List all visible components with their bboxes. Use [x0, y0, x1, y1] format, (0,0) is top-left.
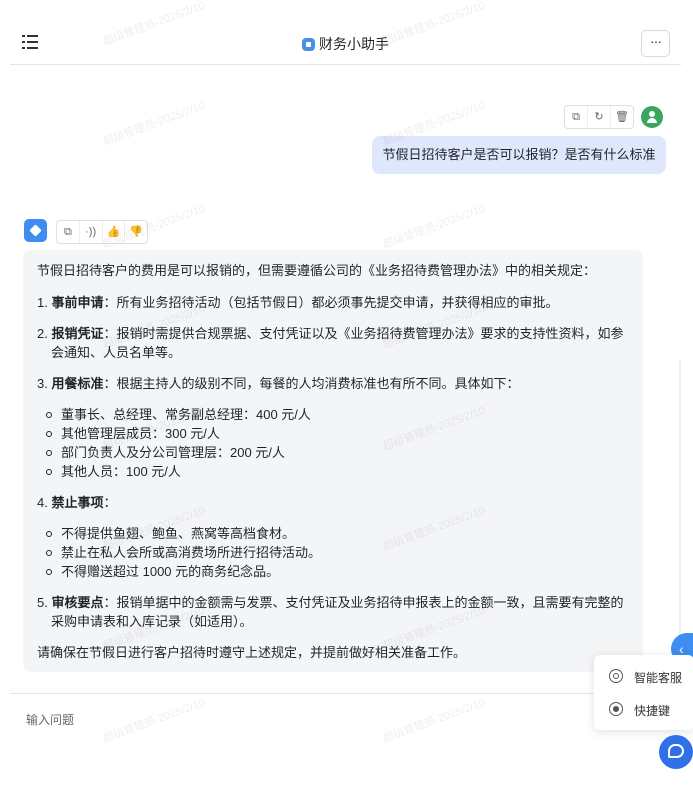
gear-icon — [609, 669, 623, 683]
list-item: 不得提供鱼翅、鲍鱼、燕窝等高档食材。 — [46, 524, 629, 543]
section-5: 5. 审核要点：报销单据中的金额需与发票、支付凭证及业务招待申报表上的金额一致，… — [37, 595, 624, 629]
list-item: 董事长、总经理、常务副总经理：400 元/人 — [46, 405, 629, 424]
section-text: ：根据主持人的级别不同，每餐的人均消费标准也有所不同。具体如下： — [103, 376, 520, 391]
bot-message-toolbar: ⧉ ·)) 👍 👎 — [56, 220, 148, 244]
section-title: 用餐标准 — [51, 376, 104, 391]
section-title: 报销凭证 — [51, 326, 104, 341]
bot-intro-text: 节假日招待客户的费用是可以报销的，但需要遵循公司的《业务招待费管理办法》中的相关… — [37, 263, 597, 278]
shortcuts-item[interactable]: 快捷键 — [594, 696, 693, 726]
assistant-logo-icon — [302, 38, 315, 51]
bot-closing-text: 请确保在节假日进行客户招待时遵守上述规定，并提前做好相关准备工作。 — [37, 645, 467, 660]
section-1: 1. 事前申请：所有业务招待活动（包括节假日）都必须事先提交申请，并获得相应的审… — [37, 295, 559, 310]
page-title: 财务小助手 — [10, 34, 681, 54]
question-input[interactable] — [24, 712, 588, 728]
smart-service-label: 智能客服 — [634, 671, 683, 685]
section-3: 3. 用餐标准：根据主持人的级别不同，每餐的人均消费标准也有所不同。具体如下： — [37, 376, 520, 391]
prohibited-list: 不得提供鱼翅、鲍鱼、燕窝等高档食材。 禁止在私人会所或高消费场所进行招待活动。 … — [37, 524, 629, 581]
thumbs-down-icon[interactable]: 👎 — [125, 221, 147, 243]
section-title: 审核要点 — [51, 595, 104, 610]
chat-bubble-icon[interactable] — [659, 735, 693, 769]
section-text: ： — [103, 495, 117, 510]
list-item: 其他人员：100 元/人 — [46, 462, 629, 481]
more-options-button[interactable]: ··· — [641, 30, 670, 57]
floating-menu: 智能客服 快捷键 — [594, 655, 693, 730]
input-area — [10, 693, 610, 746]
target-icon — [609, 702, 623, 716]
watermark: 超级管理员-2025/2/10 — [381, 202, 487, 251]
shortcuts-label: 快捷键 — [634, 704, 671, 718]
chat-header: 财务小助手 ··· — [10, 22, 681, 65]
user-message-toolbar: ⧉ ↻ 🗑 — [564, 105, 634, 129]
delete-icon[interactable]: 🗑 — [611, 106, 633, 128]
list-item: 不得赠送超过 1000 元的商务纪念品。 — [46, 562, 629, 581]
section-4: 4. 禁止事项： — [37, 495, 117, 510]
bot-message-bubble: 节假日招待客户的费用是可以报销的，但需要遵循公司的《业务招待费管理办法》中的相关… — [23, 250, 643, 672]
section-2: 2. 报销凭证：报销时需提供合规票据、支付凭证以及《业务招待费管理办法》要求的支… — [37, 326, 624, 360]
list-item: 其他管理层成员：300 元/人 — [46, 424, 629, 443]
copy-icon[interactable]: ⧉ — [565, 106, 588, 128]
user-avatar — [641, 106, 663, 128]
user-message-bubble: 节假日招待客户是否可以报销？是否有什么标准 — [372, 136, 666, 174]
meal-standard-list: 董事长、总经理、常务副总经理：400 元/人 其他管理层成员：300 元/人 部… — [37, 405, 629, 481]
bot-avatar — [24, 219, 47, 242]
section-text: ：报销时需提供合规票据、支付凭证以及《业务招待费管理办法》要求的支持性资料，如参… — [51, 326, 624, 360]
section-text: ：所有业务招待活动（包括节假日）都必须事先提交申请，并获得相应的审批。 — [103, 295, 559, 310]
refresh-icon[interactable]: ↻ — [588, 106, 611, 128]
page-title-text: 财务小助手 — [319, 36, 389, 52]
section-title: 禁止事项 — [51, 495, 104, 510]
section-text: ：报销单据中的金额需与发票、支付凭证及业务招待申报表上的金额一致，且需要有完整的… — [51, 595, 624, 629]
watermark: 超级管理员-2025/2/10 — [101, 99, 207, 148]
smart-service-item[interactable]: 智能客服 — [594, 663, 693, 693]
scrollbar[interactable] — [679, 360, 681, 660]
speaker-icon[interactable]: ·)) — [80, 221, 103, 243]
copy-icon[interactable]: ⧉ — [57, 221, 80, 243]
list-item: 部门负责人及分公司管理层：200 元/人 — [46, 443, 629, 462]
list-item: 禁止在私人会所或高消费场所进行招待活动。 — [46, 543, 629, 562]
thumbs-up-icon[interactable]: 👍 — [103, 221, 126, 243]
section-title: 事前申请 — [51, 295, 104, 310]
